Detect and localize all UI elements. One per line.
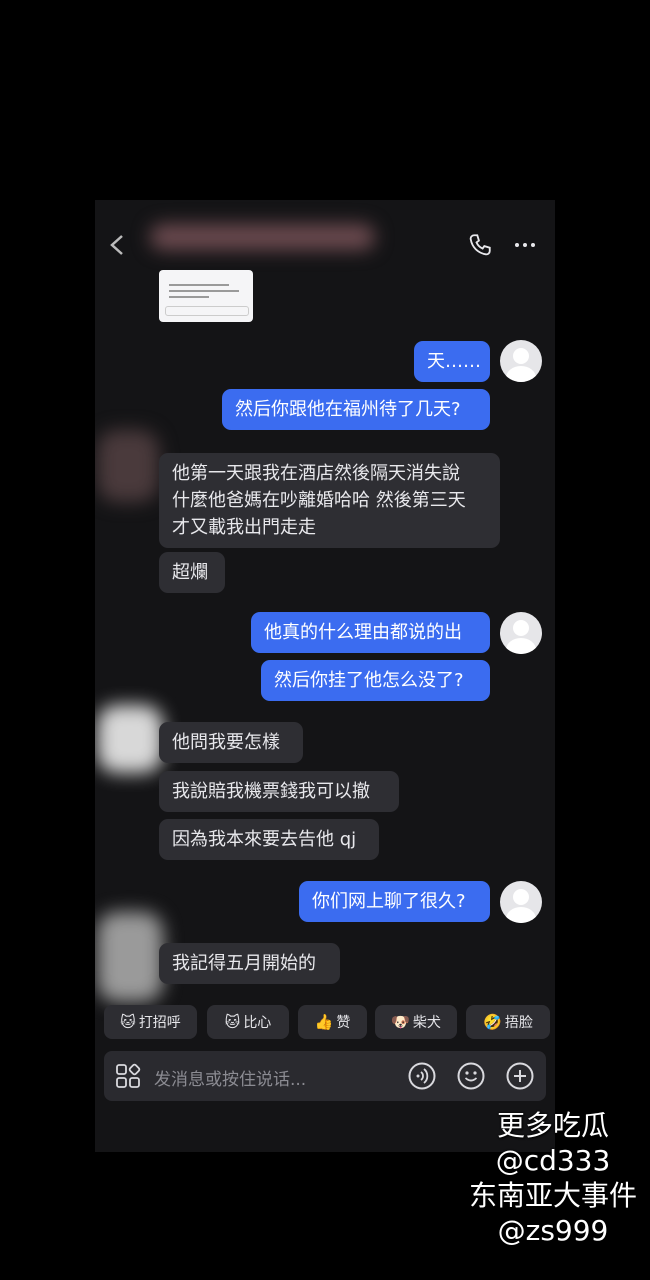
avatar[interactable] — [500, 340, 542, 382]
shiba-dog-icon: 🐶 — [391, 1013, 410, 1031]
message-bubble-outgoing[interactable]: 然后你跟他在福州待了几天? — [222, 389, 490, 430]
message-bubble-outgoing[interactable]: 天…… — [414, 341, 490, 382]
quick-reply-chip[interactable]: 👍 赞 — [298, 1005, 367, 1039]
ellipsis-icon[interactable] — [512, 232, 538, 258]
shared-image-thumbnail[interactable] — [159, 270, 253, 322]
plus-icon[interactable] — [506, 1062, 534, 1090]
voice-icon[interactable] — [408, 1062, 436, 1090]
message-input[interactable]: 发消息或按住说话... — [154, 1065, 306, 1090]
back-icon[interactable] — [108, 234, 126, 256]
avatar[interactable] — [500, 612, 542, 654]
message-bubble-incoming[interactable]: 他第一天跟我在酒店然後隔天消失說 什麼他爸媽在吵離婚哈哈 然後第三天 才又載我出… — [159, 453, 500, 548]
quick-reply-chip[interactable]: 🐱 比心 — [207, 1005, 289, 1039]
contact-name-blurred — [150, 224, 375, 250]
message-bubble-outgoing[interactable]: 然后你挂了他怎么没了? — [261, 660, 490, 701]
message-bubble-incoming[interactable]: 超爛 — [159, 552, 225, 593]
facepalm-laugh-icon: 🤣 — [483, 1013, 502, 1031]
phone-icon[interactable] — [467, 232, 493, 258]
message-bubble-incoming[interactable]: 我說賠我機票錢我可以撤 — [159, 771, 399, 812]
cat-heart-icon: 🐱 — [224, 1013, 241, 1031]
quick-reply-chip[interactable]: 🤣 捂脸 — [466, 1005, 550, 1039]
message-bubble-incoming[interactable]: 我記得五月開始的 — [159, 943, 340, 984]
cat-wave-icon: 🐱 — [120, 1013, 136, 1031]
apps-grid-icon[interactable] — [115, 1063, 141, 1089]
message-bubble-incoming[interactable]: 他問我要怎樣 — [159, 722, 303, 763]
sender-avatar-blurred — [97, 705, 163, 773]
quick-reply-chip[interactable]: 🐱 打招呼 — [104, 1005, 197, 1039]
thumbs-up-icon: 👍 — [314, 1013, 334, 1031]
watermark: 更多吃瓜 @cd333 东南亚大事件 @zs999 — [468, 1109, 637, 1247]
sender-avatar-blurred — [97, 430, 159, 502]
quick-reply-chip[interactable]: 🐶 柴犬 — [375, 1005, 457, 1039]
avatar[interactable] — [500, 881, 542, 923]
message-bubble-outgoing[interactable]: 他真的什么理由都说的出 — [251, 612, 490, 653]
message-bubble-outgoing[interactable]: 你们网上聊了很久? — [299, 881, 490, 922]
chat-screen: 天…… 然后你跟他在福州待了几天? 他第一天跟我在酒店然後隔天消失說 什麼他爸媽… — [95, 200, 555, 1152]
sender-avatar-blurred — [97, 912, 163, 1002]
emoji-icon[interactable] — [457, 1062, 485, 1090]
message-composer[interactable]: 发消息或按住说话... — [104, 1051, 546, 1101]
message-bubble-incoming[interactable]: 因為我本來要去告他 qj — [159, 819, 379, 860]
